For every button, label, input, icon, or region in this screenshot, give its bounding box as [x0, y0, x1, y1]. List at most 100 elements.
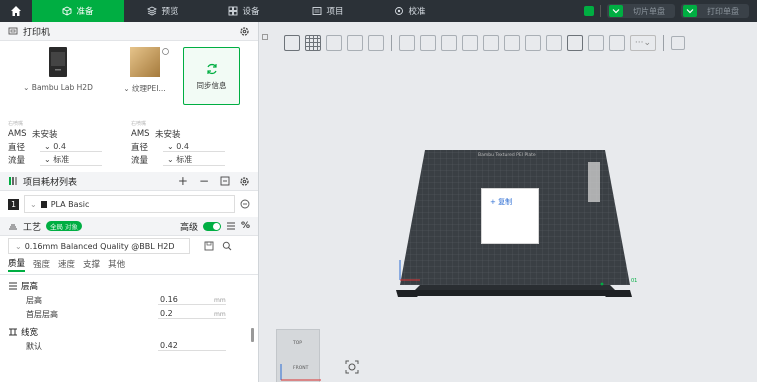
tab-support[interactable]: 支撑: [83, 258, 100, 270]
filament-item: 1 ⌄ PLA Basic: [0, 191, 258, 217]
3d-viewport[interactable]: ··· ⌄ Bambu Textured PEI Plate 01 + 复制 TO…: [260, 22, 757, 382]
line-width-input[interactable]: 0.42: [158, 341, 226, 351]
plate-name: ⌄ 纹理PEI...: [123, 84, 166, 93]
measure-icon[interactable]: [588, 35, 604, 51]
seam-paint-icon[interactable]: [546, 35, 562, 51]
tab-quality[interactable]: 质量: [8, 257, 26, 272]
printer-selector[interactable]: ⌄ Bambu Lab H2D: [8, 47, 108, 115]
add-plate-icon[interactable]: [305, 35, 321, 51]
tab-speed[interactable]: 速度: [58, 258, 75, 270]
collapse-sidebar-button[interactable]: [262, 34, 268, 40]
remove-circle-icon[interactable]: [240, 199, 250, 209]
tab-prepare-label: 准备: [76, 7, 94, 17]
filament-section-header: 项目耗材列表 + −: [0, 172, 258, 191]
remove-filament-button[interactable]: −: [199, 174, 209, 188]
scale-icon[interactable]: [441, 35, 457, 51]
more-tools-button[interactable]: ··· ⌄: [630, 35, 656, 51]
boolean-icon[interactable]: [504, 35, 520, 51]
orient-icon[interactable]: [326, 35, 342, 51]
rotate-icon[interactable]: [420, 35, 436, 51]
tab-device-label: 设备: [242, 7, 260, 17]
text-icon[interactable]: [567, 35, 583, 51]
chevron-down-icon[interactable]: [609, 5, 623, 17]
support-paint-icon[interactable]: [525, 35, 541, 51]
save-preset-icon[interactable]: [204, 241, 214, 251]
left-flow-row: 流量 ⌄ 标准: [8, 154, 131, 166]
right-flow-select[interactable]: ⌄ 标准: [163, 154, 225, 166]
unit-label: mm: [214, 296, 226, 304]
left-diameter-select[interactable]: ⌄ 0.4: [40, 142, 102, 152]
plate-status-icon[interactable]: [584, 6, 594, 16]
axis-indicator: [280, 364, 321, 381]
printer-name-label: Bambu Lab H2D: [31, 83, 93, 92]
first-layer-height-row: 首层层高 0.2 mm: [0, 307, 258, 321]
zoom-fit-icon: [345, 360, 359, 374]
copy-label[interactable]: + 复制: [490, 197, 512, 207]
filament-index: 1: [8, 198, 19, 210]
right-diameter-select[interactable]: ⌄ 0.4: [163, 142, 225, 152]
tab-project-label: 项目: [326, 7, 344, 17]
move-icon[interactable]: [399, 35, 415, 51]
ams-label: AMS: [8, 129, 27, 139]
tab-project[interactable]: 项目: [286, 0, 370, 22]
process-section-title: 工艺: [23, 222, 42, 233]
filament-icon: [9, 177, 17, 185]
filament-select[interactable]: ⌄ PLA Basic: [24, 195, 235, 213]
sidebar-scrollbar[interactable]: [251, 328, 254, 342]
layers-icon: [147, 6, 158, 16]
tab-others[interactable]: 其他: [108, 258, 125, 270]
add-filament-button[interactable]: +: [178, 174, 188, 188]
advanced-toggle[interactable]: [202, 221, 221, 231]
left-flow-select[interactable]: ⌄ 标准: [40, 154, 102, 166]
print-plate-button[interactable]: 打印单盘: [681, 4, 749, 18]
model-object[interactable]: + 复制: [481, 188, 539, 244]
line-width-group-title: 线宽: [21, 328, 39, 338]
slice-plate-button[interactable]: 切片单盘: [607, 4, 675, 18]
filament-name: PLA Basic: [50, 199, 90, 209]
zoom-fit-button[interactable]: [344, 359, 360, 375]
layer-height-group-title: 层高: [21, 282, 39, 292]
left-nozzle-caption: 右喷嘴: [8, 121, 24, 127]
layer-height-icon: [9, 282, 17, 290]
right-nozzle-caption: 右喷嘴: [131, 121, 147, 127]
sync-info-button[interactable]: 同步信息: [183, 47, 240, 105]
diameter-label: 直径: [8, 143, 26, 153]
percent-icon[interactable]: %: [241, 221, 250, 231]
ams-label: AMS: [131, 129, 150, 139]
assembly-icon[interactable]: [609, 35, 625, 51]
tab-device[interactable]: 设备: [202, 0, 286, 22]
tab-calibration[interactable]: 校准: [370, 0, 450, 22]
chevron-down-icon[interactable]: [683, 5, 697, 17]
tab-preview[interactable]: 预览: [124, 0, 202, 22]
devices-icon: [229, 6, 238, 16]
lay-on-face-icon[interactable]: [462, 35, 478, 51]
tab-strength[interactable]: 强度: [33, 258, 50, 270]
ams-value: 未安装: [155, 130, 181, 140]
search-icon[interactable]: [222, 241, 232, 251]
process-preset-row: ⌄ 0.16mm Balanced Quality @BBL H2D: [0, 236, 258, 256]
cube-icon: [63, 6, 72, 16]
left-sidebar: 打印机 ⌄ Bambu Lab H2D ⌄ 纹理PEI... 同步信息 右喷嘴 …: [0, 22, 259, 382]
calibration-icon: [395, 7, 404, 15]
refresh-icon: [206, 63, 217, 74]
gear-icon[interactable]: [239, 176, 250, 187]
filament-sync-icon[interactable]: [220, 176, 230, 186]
add-object-icon[interactable]: [284, 35, 300, 51]
home-button[interactable]: [0, 0, 32, 22]
tab-prepare[interactable]: 准备: [32, 0, 124, 22]
plate-selector[interactable]: ⌄ 纹理PEI...: [116, 47, 173, 115]
project-icon: [313, 7, 322, 15]
split-icon[interactable]: [368, 35, 384, 51]
printer-section-title: 打印机: [23, 27, 51, 38]
gear-icon[interactable]: [239, 26, 250, 37]
view-icon[interactable]: [671, 36, 685, 50]
info-icon[interactable]: [162, 48, 169, 55]
arrange-icon[interactable]: [347, 35, 363, 51]
diameter-label: 直径: [131, 143, 149, 153]
global-object-toggle[interactable]: 全局 对象: [46, 221, 83, 231]
list-icon[interactable]: [226, 221, 236, 231]
printer-icon: [8, 27, 18, 35]
cut-icon[interactable]: [483, 35, 499, 51]
process-preset-select[interactable]: ⌄ 0.16mm Balanced Quality @BBL H2D: [8, 238, 190, 254]
line-width-label: 默认: [26, 341, 42, 351]
